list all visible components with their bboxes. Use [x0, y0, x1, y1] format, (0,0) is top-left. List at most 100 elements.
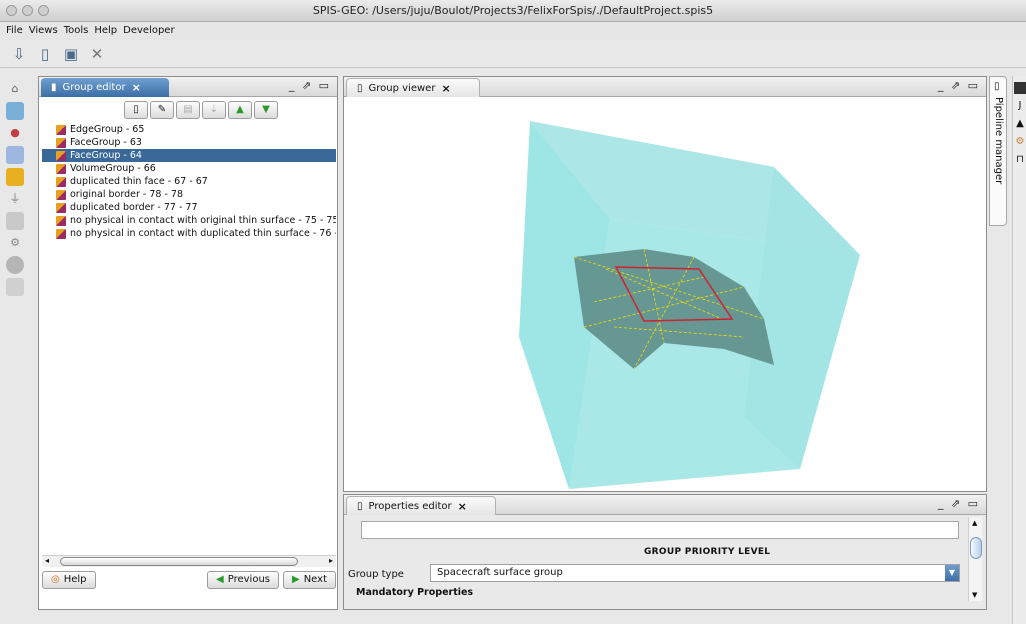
minimize-window-icon[interactable] [22, 5, 33, 16]
list-item[interactable]: no physical in contact with original thi… [42, 214, 336, 227]
scroll-thumb[interactable] [60, 557, 298, 566]
save-icon[interactable]: ▣ [60, 43, 82, 65]
group-viewer-panel: ▯ Group viewer × _ ⇗ ▭ [343, 76, 987, 492]
group-list: EdgeGroup - 65 FaceGroup - 63 FaceGroup … [42, 123, 336, 553]
mesh-icon[interactable] [6, 146, 24, 164]
group-icon [56, 124, 66, 135]
menu-bar: File Views Tools Help Developer [0, 22, 1026, 40]
zoom-window-icon[interactable] [38, 5, 49, 16]
window-title: SPIS-GEO: /Users/juju/Boulot/Projects3/F… [312, 4, 714, 17]
group-editor-footer: ◎ Help ◀ Previous ▶ Next [42, 571, 336, 591]
pipeline-manager-tab[interactable]: ▯ Pipeline manager [989, 76, 1007, 226]
gear-icon[interactable]: ⚙ [6, 234, 24, 252]
cursor-icon[interactable]: ▲ [1014, 118, 1026, 130]
properties-editor-tabbar: ▯ Properties editor × _ ⇗ ▭ [344, 495, 986, 515]
scroll-up-icon[interactable]: ▲ [972, 519, 977, 527]
list-item[interactable]: duplicated border - 77 - 77 [42, 201, 336, 214]
move-up-icon[interactable]: ▲ [228, 101, 252, 119]
group-editor-tabbar: ▮ Group editor × _ ⇗ ▭ [39, 77, 337, 97]
list-item-selected[interactable]: FaceGroup - 64 [42, 149, 336, 162]
ground-icon[interactable]: ⏚ [6, 190, 24, 208]
tab-properties-editor[interactable]: ▯ Properties editor × [346, 496, 496, 515]
group-icon [56, 228, 66, 239]
new-group-icon[interactable]: ▯ [124, 101, 148, 119]
chevron-down-icon[interactable]: ▼ [945, 565, 959, 581]
groups-icon[interactable]: ● [6, 124, 24, 142]
move-down-icon[interactable]: ▼ [254, 101, 278, 119]
group-icon [56, 202, 66, 213]
list-item[interactable]: VolumeGroup - 66 [42, 162, 336, 175]
pipeline-manager-label: Pipeline manager [993, 97, 1004, 185]
mandatory-heading: Mandatory Properties [356, 587, 474, 598]
menu-help[interactable]: Help [94, 22, 117, 40]
close-tab-icon[interactable]: × [441, 79, 450, 98]
settings-icon[interactable]: ⚙ [1014, 136, 1026, 148]
window-controls[interactable] [6, 5, 49, 16]
group-viewer-tabbar: ▯ Group viewer × _ ⇗ ▭ [344, 77, 986, 97]
tab-group-editor[interactable]: ▮ Group editor × [41, 78, 169, 97]
scroll-thumb[interactable] [970, 537, 982, 559]
list-item[interactable]: duplicated thin face - 67 - 67 [42, 175, 336, 188]
properties-body: GROUP PRIORITY LEVEL Group type Spacecra… [344, 515, 986, 609]
merge-group-icon[interactable]: ⇣ [202, 101, 226, 119]
tab-group-viewer[interactable]: ▯ Group viewer × [346, 78, 480, 97]
close-icon[interactable]: ✕ [86, 43, 108, 65]
panel-window-controls[interactable]: _ ⇗ ▭ [938, 497, 980, 510]
group-editor-panel: ▮ Group editor × _ ⇗ ▭ ▯ ✎ ▤ ⇣ ▲ ▼ EdgeG… [38, 76, 338, 610]
group-editor-buttons: ▯ ✎ ▤ ⇣ ▲ ▼ [124, 101, 278, 119]
script-icon[interactable]: J [1014, 100, 1026, 112]
group-type-label: Group type [348, 569, 404, 580]
group-icon [56, 176, 66, 187]
scroll-left-icon[interactable]: ◂ [45, 556, 49, 565]
panel-window-controls[interactable]: _ ⇗ ▭ [289, 79, 331, 92]
next-button[interactable]: ▶ Next [283, 571, 336, 589]
group-icon [56, 137, 66, 148]
terminal-icon[interactable] [1014, 82, 1026, 94]
list-item[interactable]: original border - 78 - 78 [42, 188, 336, 201]
right-toolstrip: J ▲ ⚙ ⊓ [1012, 76, 1026, 624]
scroll-right-icon[interactable]: ▸ [329, 556, 333, 565]
menu-developer[interactable]: Developer [123, 22, 174, 40]
properties-icon[interactable] [6, 168, 24, 186]
left-toolstrip: ⌂ ● ⏚ ⚙ [0, 76, 30, 624]
main-toolbar: ⇩ ▯ ▣ ✕ [0, 40, 1026, 68]
panel-window-controls[interactable]: _ ⇗ ▭ [938, 79, 980, 92]
geometry-icon[interactable] [6, 102, 24, 120]
tab-doc-icon: ▯ [994, 81, 1000, 92]
property-text-field[interactable] [361, 521, 959, 539]
scroll-down-icon[interactable]: ▼ [972, 591, 977, 599]
list-item[interactable]: FaceGroup - 63 [42, 136, 336, 149]
close-tab-icon[interactable]: × [132, 78, 141, 97]
menu-file[interactable]: File [6, 22, 23, 40]
menu-views[interactable]: Views [29, 22, 58, 40]
priority-heading: GROUP PRIORITY LEVEL [644, 547, 771, 557]
plugin-icon[interactable]: ⊓ [1014, 154, 1026, 166]
3d-viewport[interactable] [344, 97, 986, 491]
menu-tools[interactable]: Tools [64, 22, 89, 40]
arrow-right-icon: ▶ [292, 574, 300, 585]
tab-doc-icon: ▯ [357, 500, 363, 512]
list-item[interactable]: no physical in contact with duplicated t… [42, 227, 336, 240]
tab-doc-icon: ▮ [51, 82, 57, 93]
3d-scene [519, 121, 860, 489]
horizontal-scrollbar[interactable]: ◂ ▸ [42, 555, 336, 567]
import-icon[interactable]: ⇩ [8, 43, 30, 65]
home-icon[interactable]: ⌂ [6, 80, 24, 98]
close-window-icon[interactable] [6, 5, 17, 16]
grid-icon[interactable] [6, 212, 24, 230]
vertical-scrollbar[interactable]: ▲ ▼ [968, 517, 982, 601]
solver-icon[interactable] [6, 256, 24, 274]
group-type-select[interactable]: Spacecraft surface group ▼ [430, 564, 960, 582]
close-tab-icon[interactable]: × [458, 497, 467, 516]
previous-button[interactable]: ◀ Previous [207, 571, 279, 589]
chart-icon[interactable] [6, 278, 24, 296]
delete-group-icon[interactable]: ▤ [176, 101, 200, 119]
help-button[interactable]: ◎ Help [42, 571, 96, 589]
group-icon [56, 189, 66, 200]
edit-group-icon[interactable]: ✎ [150, 101, 174, 119]
group-icon [56, 163, 66, 174]
tab-label: Group editor [62, 82, 126, 93]
group-icon [56, 215, 66, 226]
open-icon[interactable]: ▯ [34, 43, 56, 65]
list-item[interactable]: EdgeGroup - 65 [42, 123, 336, 136]
